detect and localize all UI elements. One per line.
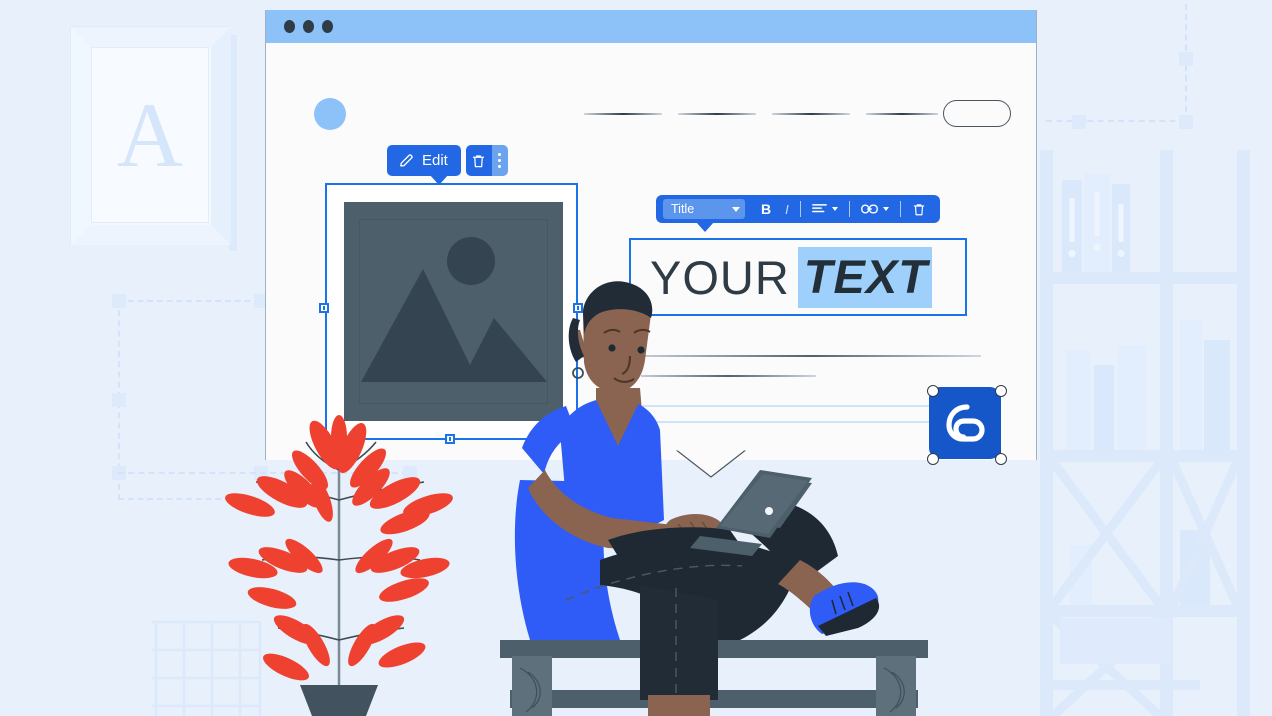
background-cart-decoration bbox=[152, 620, 262, 716]
browser-window: Edit YOUR TEXT Title B I bbox=[265, 10, 1037, 465]
kebab-dot-1 bbox=[498, 153, 502, 156]
text-plain: YOUR bbox=[650, 250, 790, 304]
chevron-down-icon-align bbox=[831, 207, 838, 211]
image-handle-right[interactable] bbox=[573, 303, 583, 313]
guide-line-bottom bbox=[118, 472, 408, 474]
brand-logo-icon bbox=[946, 404, 985, 442]
image-block-selection[interactable] bbox=[325, 183, 578, 440]
text-toolbar-pointer bbox=[696, 222, 714, 232]
background-box-decoration bbox=[1040, 618, 1200, 690]
text-format-toolbar: Title B I bbox=[656, 195, 940, 223]
guide-handle-r3 bbox=[1072, 115, 1086, 129]
shelf-cross-brace-icon bbox=[1053, 462, 1160, 605]
kebab-dot-3 bbox=[498, 165, 502, 168]
trash-icon bbox=[473, 154, 485, 167]
handle-top-right[interactable] bbox=[995, 385, 1007, 397]
toolbar-separator-3 bbox=[899, 201, 901, 217]
image-placeholder-icon bbox=[361, 237, 547, 382]
window-dot-minimize[interactable] bbox=[303, 20, 314, 33]
frame-inner: A bbox=[91, 47, 209, 223]
text-style-value: Title bbox=[671, 202, 695, 216]
window-dot-close[interactable] bbox=[284, 20, 295, 33]
align-left-icon bbox=[811, 204, 827, 213]
text-delete-button[interactable] bbox=[905, 202, 933, 217]
kebab-dot-2 bbox=[498, 159, 502, 162]
toolbar-separator-1 bbox=[799, 201, 801, 217]
nav-link-1[interactable] bbox=[584, 113, 662, 115]
speech-notch bbox=[675, 449, 747, 478]
guide-handle-tl bbox=[112, 294, 126, 308]
text-selected: TEXT bbox=[797, 246, 932, 308]
align-button[interactable] bbox=[805, 203, 845, 215]
nav-link-3[interactable] bbox=[772, 113, 850, 115]
link-icon bbox=[860, 204, 878, 214]
image-delete-group bbox=[465, 145, 508, 176]
image-placeholder[interactable] bbox=[344, 202, 563, 421]
browser-titlebar bbox=[266, 10, 1036, 43]
text-style-select[interactable]: Title bbox=[663, 199, 745, 219]
chevron-down-icon bbox=[732, 206, 740, 212]
pencil-icon bbox=[400, 154, 413, 167]
nav-cta-button[interactable] bbox=[943, 100, 1011, 127]
guide-handle-b2 bbox=[403, 466, 417, 480]
italic-button[interactable]: I bbox=[778, 202, 796, 217]
guide-handle-ml bbox=[112, 393, 126, 407]
image-handle-bottom[interactable] bbox=[445, 434, 455, 444]
chevron-down-icon-link bbox=[882, 207, 889, 211]
handle-bottom-right[interactable] bbox=[995, 453, 1007, 465]
more-options-button[interactable] bbox=[491, 145, 508, 176]
image-handle-left[interactable] bbox=[319, 303, 329, 313]
trash-icon-text bbox=[913, 203, 924, 215]
shelf-cross-brace-icon-2 bbox=[1173, 462, 1237, 605]
nav-link-4[interactable] bbox=[866, 113, 938, 115]
copy-line-2 bbox=[641, 375, 816, 377]
frame-letter: A bbox=[116, 84, 184, 186]
text-block-selection[interactable]: YOUR TEXT bbox=[629, 238, 967, 316]
handle-top-left[interactable] bbox=[927, 385, 939, 397]
guide-handle-r1 bbox=[1179, 52, 1193, 66]
window-dot-maximize[interactable] bbox=[322, 20, 333, 33]
toolbar-separator-2 bbox=[848, 201, 850, 217]
guide-line-right-h bbox=[1046, 4, 1186, 122]
site-logo-circle[interactable] bbox=[314, 98, 346, 130]
logo-block-selection[interactable] bbox=[929, 387, 1001, 459]
edit-button[interactable]: Edit bbox=[387, 145, 461, 176]
bold-button[interactable]: B bbox=[754, 201, 778, 217]
guide-box-left bbox=[118, 300, 260, 500]
brand-logo-tile[interactable] bbox=[929, 387, 1001, 459]
copy-line-1 bbox=[641, 355, 981, 357]
guide-handle-r2 bbox=[1179, 115, 1193, 129]
handle-bottom-left[interactable] bbox=[927, 453, 939, 465]
image-edit-toolbar: Edit bbox=[387, 145, 508, 176]
background-picture-frame: A bbox=[70, 26, 237, 251]
editor-canvas: Edit YOUR TEXT Title B I bbox=[266, 43, 1036, 465]
nav-link-2[interactable] bbox=[678, 113, 756, 115]
screenshot-canvas: A Edit YOUR TEXT Title B I bbox=[0, 0, 1272, 716]
delete-button[interactable] bbox=[465, 145, 492, 176]
edit-button-label: Edit bbox=[422, 152, 448, 169]
link-button[interactable] bbox=[854, 203, 896, 215]
